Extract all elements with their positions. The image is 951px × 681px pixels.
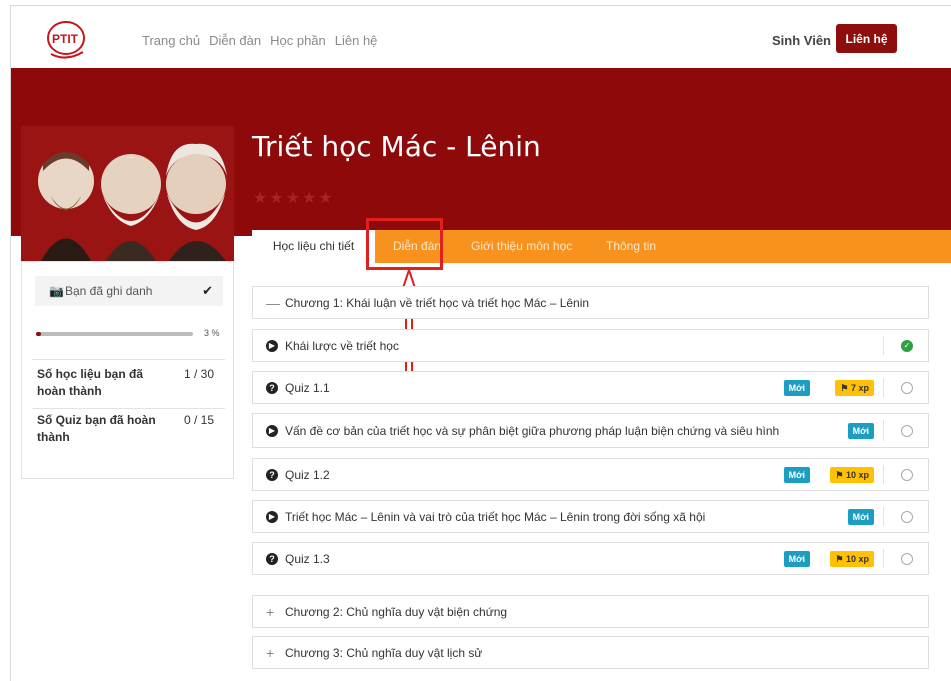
stat-label: Số Quiz bạn đã hoàn thành (37, 413, 156, 444)
course-portrait-illustration (21, 126, 234, 261)
stat-value: 0 / 15 (184, 413, 215, 427)
course-image (21, 126, 234, 261)
new-badge: Mới (783, 379, 810, 396)
checkmark-icon: ✔ (202, 283, 213, 298)
stat-value: 1 / 30 (184, 367, 215, 381)
divider (883, 507, 884, 526)
camera-icon: 📷 (49, 284, 64, 298)
chapter-header-2[interactable]: + Chương 2: Chủ nghĩa duy vật biện chứng (252, 595, 929, 628)
nav-link-forum[interactable]: Diễn đàn (209, 33, 261, 48)
xp-value: 10 xp (845, 469, 869, 480)
plus-icon: + (266, 603, 275, 620)
xp-badge: ⚑ 7 xp (835, 379, 874, 396)
incomplete-circle-icon (901, 424, 913, 437)
tab-introduction[interactable]: Giới thiệu môn học (471, 230, 572, 263)
chapter-header-3[interactable]: + Chương 3: Chủ nghĩa duy vật lịch sử (252, 636, 929, 669)
flag-icon: ⚑ (835, 469, 846, 480)
quiz-title: Quiz 1.2 (285, 467, 330, 482)
quiz-row[interactable]: ? Quiz 1.1 Mới ⚑ 7 xp (252, 371, 929, 404)
quiz-row[interactable]: ? Quiz 1.3 Mới ⚑ 10 xp (252, 542, 929, 575)
divider (32, 408, 225, 409)
play-icon: ▶ (266, 424, 278, 437)
quiz-title: Quiz 1.3 (285, 551, 330, 566)
tab-materials[interactable]: Học liệu chi tiết (252, 230, 375, 263)
nav-link-contact[interactable]: Liên hệ (335, 33, 378, 48)
user-menu-label: Sinh Viên (772, 33, 831, 48)
divider (883, 465, 884, 484)
lesson-title: Vấn đề cơ bản của triết học và sự phân b… (285, 423, 780, 438)
new-badge: Mới (783, 466, 810, 483)
progress-bar (36, 332, 193, 336)
xp-badge: ⚑ 10 xp (830, 550, 874, 567)
course-title: Triết học Mác - Lênin (252, 130, 541, 163)
nav-link-home[interactable]: Trang chủ (142, 33, 200, 48)
tab-info[interactable]: Thông tin (606, 230, 656, 263)
play-icon: ▶ (266, 339, 278, 352)
page-frame: PTIT Trang chủ Diễn đàn Học phần Liên hệ… (10, 5, 951, 681)
xp-value: 7 xp (850, 382, 869, 393)
question-icon: ? (266, 468, 278, 481)
nav-link-modules[interactable]: Học phần (270, 33, 326, 48)
nav-links: Trang chủ Diễn đàn Học phần Liên hệ (142, 33, 377, 48)
progress-bar-fill (36, 332, 41, 336)
lesson-title: Khái lược về triết học (285, 338, 399, 353)
enrolled-status[interactable]: 📷 Bạn đã ghi danh ✔ (35, 276, 223, 306)
rating-stars[interactable]: ★★★★★ (253, 188, 335, 208)
divider (883, 420, 884, 441)
stat-label: Số học liệu bạn đã hoàn thành (37, 367, 144, 398)
question-icon: ? (266, 381, 278, 394)
quiz-title: Quiz 1.1 (285, 380, 330, 395)
new-badge: Mới (847, 422, 874, 439)
top-navbar: PTIT Trang chủ Diễn đàn Học phần Liên hệ… (11, 6, 951, 68)
quiz-row[interactable]: ? Quiz 1.2 Mới ⚑ 10 xp (252, 458, 929, 491)
incomplete-circle-icon (901, 381, 913, 394)
lesson-row[interactable]: ▶ Triết học Mác – Lênin và vai trò của t… (252, 500, 929, 533)
incomplete-circle-icon (901, 468, 913, 481)
xp-badge: ⚑ 10 xp (830, 466, 874, 483)
chapter-title: Chương 3: Chủ nghĩa duy vật lịch sử (285, 645, 483, 660)
new-badge: Mới (847, 508, 874, 525)
user-menu[interactable]: Sinh Viên▼ (772, 33, 843, 48)
divider (883, 378, 884, 397)
logo-text: PTIT (52, 32, 79, 46)
question-icon: ? (266, 552, 278, 565)
lesson-row[interactable]: ▶ Vấn đề cơ bản của triết học và sự phân… (252, 413, 929, 448)
chapter-title: Chương 1: Khái luận về triết học và triế… (285, 295, 590, 310)
divider (32, 359, 225, 360)
divider (883, 549, 884, 568)
plus-icon: + (266, 644, 275, 661)
lesson-row[interactable]: ▶ Khái lược về triết học ✓ (252, 329, 929, 362)
completed-check-icon: ✓ (901, 339, 913, 352)
course-tabs: Học liệu chi tiết Diễn đàn Giới thiệu mô… (252, 230, 951, 263)
lesson-title: Triết học Mác – Lênin và vai trò của tri… (285, 509, 706, 524)
contact-button[interactable]: Liên hệ (836, 24, 897, 53)
flag-icon: ⚑ (835, 553, 846, 564)
divider (883, 336, 884, 355)
play-icon: ▶ (266, 510, 278, 523)
flag-icon: ⚑ (840, 382, 851, 393)
enrollment-sidebar: 📷 Bạn đã ghi danh ✔ 3 % Số học liệu bạn … (21, 261, 234, 479)
enrolled-label: Bạn đã ghi danh (65, 284, 153, 298)
incomplete-circle-icon (901, 552, 913, 565)
incomplete-circle-icon (901, 510, 913, 523)
minus-icon: — (266, 294, 280, 311)
chapter-title: Chương 2: Chủ nghĩa duy vật biện chứng (285, 604, 508, 619)
xp-value: 10 xp (845, 553, 869, 564)
ptit-logo[interactable]: PTIT (41, 18, 91, 62)
new-badge: Mới (783, 550, 810, 567)
annotation-highlight-box (366, 218, 443, 270)
chapter-header-1[interactable]: — Chương 1: Khái luận về triết học và tr… (252, 286, 929, 319)
progress-percent: 3 % (204, 328, 220, 338)
